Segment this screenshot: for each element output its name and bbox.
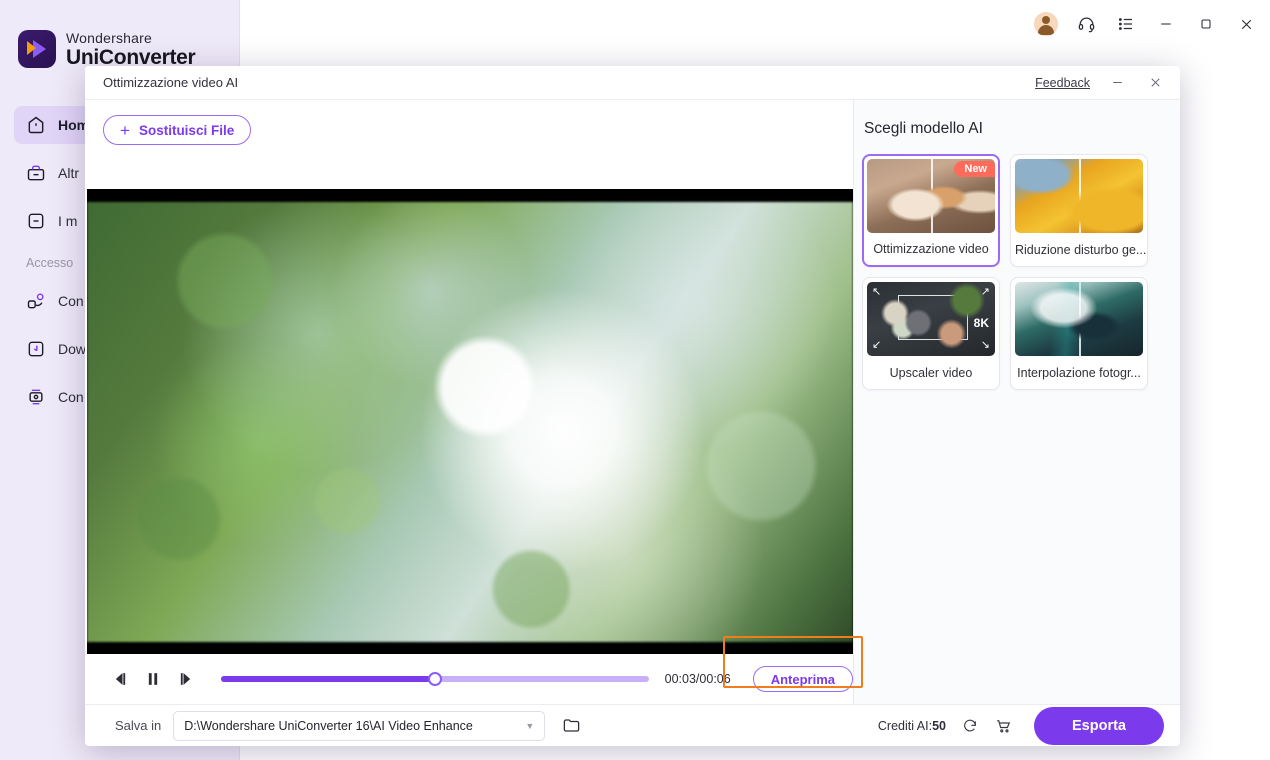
sidebar-section-label: Accesso <box>26 256 74 270</box>
time-display: 00:03/00:06 <box>664 672 731 686</box>
chevron-down-icon: ▼ <box>525 720 535 731</box>
sidebar-item-label: Con <box>58 389 84 405</box>
download-icon <box>26 339 46 359</box>
replace-file-label: Sostituisci File <box>138 122 235 138</box>
app-logo: Wondershare UniConverter <box>18 29 196 69</box>
model-name: Interpolazione fotogr... <box>1017 366 1141 380</box>
export-button[interactable]: Esporta <box>1034 706 1164 745</box>
model-name: Upscaler video <box>889 366 973 380</box>
shopping-cart-icon[interactable] <box>994 716 1014 736</box>
footer-actions: Crediti AI:50 Esporta <box>878 706 1164 745</box>
preview-pane: + Sostituisci File 00:03/00:06 Anteprima <box>85 100 863 704</box>
feedback-link[interactable]: Feedback <box>1035 76 1090 90</box>
preview-button-label: Anteprima <box>770 671 835 687</box>
credits-value: 50 <box>932 718 946 733</box>
account-avatar[interactable] <box>1032 10 1060 38</box>
menu-list-icon[interactable] <box>1112 10 1140 38</box>
model-name: Ottimizzazione video <box>873 242 989 256</box>
headset-icon[interactable] <box>1072 10 1100 38</box>
sidebar-item-label: I m <box>58 213 78 229</box>
dialog-header: Ottimizzazione video AI Feedback <box>85 66 1180 100</box>
window-titlebar-controls <box>1032 10 1260 38</box>
model-card-video-enhancer[interactable]: New Ottimizzazione video <box>862 154 1000 267</box>
toolbox-icon <box>26 163 46 183</box>
arrow-down-left-icon: ↙ <box>872 339 882 351</box>
arrow-up-left-icon: ↖ <box>872 286 882 298</box>
dialog-minimize-icon[interactable] <box>1106 72 1128 94</box>
export-button-label: Esporta <box>1072 717 1126 734</box>
sidebar-item-label: Con <box>58 293 84 309</box>
ai-models-panel: Scegli modello AI New Ottimizzazione vid… <box>853 100 1180 704</box>
model-card-frame-interpolation[interactable]: Interpolazione fotogr... <box>1010 277 1148 390</box>
arrow-down-right-icon: ↘ <box>980 339 990 351</box>
dialog-body: + Sostituisci File 00:03/00:06 Anteprima… <box>85 100 1180 704</box>
pause-icon[interactable] <box>140 666 166 692</box>
model-card-upscaler[interactable]: ↖ ↗ ↙ ↘ 8K Upscaler video <box>862 277 1000 390</box>
save-path-select[interactable]: D:\Wondershare UniConverter 16\AI Video … <box>173 710 546 741</box>
brand-line-1: Wondershare <box>66 29 152 46</box>
model-card-denoise[interactable]: Riduzione disturbo ge... <box>1010 154 1148 267</box>
dialog-close-icon[interactable] <box>1144 72 1166 94</box>
uniconverter-logo-icon <box>18 30 56 68</box>
models-grid: New Ottimizzazione video Riduzione distu… <box>854 154 1180 390</box>
convert-icon <box>26 291 46 311</box>
app-window: Wondershare UniConverter Hom Altr I m Ac… <box>0 0 1270 760</box>
home-icon <box>26 115 46 135</box>
slider-handle[interactable] <box>428 672 443 686</box>
arrow-up-right-icon: ↗ <box>980 286 990 298</box>
player-controls: 00:03/00:06 Anteprima <box>85 636 863 704</box>
model-thumbnail: New <box>867 159 995 233</box>
video-preview[interactable] <box>87 189 853 654</box>
brand-line-2: UniConverter <box>66 45 196 69</box>
refresh-icon[interactable] <box>960 716 980 736</box>
model-thumbnail <box>1015 159 1143 233</box>
models-panel-title: Scegli modello AI <box>864 120 983 137</box>
ai-video-enhancer-dialog: Ottimizzazione video AI Feedback + Sosti… <box>85 66 1180 746</box>
save-in-label: Salva in <box>115 718 162 733</box>
open-folder-button[interactable] <box>559 714 583 738</box>
resolution-overlay: 8K <box>973 316 989 330</box>
model-thumbnail <box>1015 282 1143 356</box>
preview-button[interactable]: Anteprima <box>752 666 853 692</box>
save-path-value: D:\Wondershare UniConverter 16\AI Video … <box>184 718 473 733</box>
new-badge: New <box>954 161 995 177</box>
plus-icon: + <box>120 120 130 140</box>
maximize-icon[interactable] <box>1192 10 1220 38</box>
playback-slider[interactable] <box>221 671 649 687</box>
model-name: Riduzione disturbo ge... <box>1015 243 1147 257</box>
credits-label: Crediti AI: <box>877 718 933 733</box>
close-icon[interactable] <box>1232 10 1260 38</box>
files-icon <box>26 211 46 231</box>
next-frame-icon[interactable] <box>173 666 199 692</box>
slider-fill <box>221 676 436 682</box>
dialog-footer: Salva in D:\Wondershare UniConverter 16\… <box>85 704 1180 746</box>
minimize-icon[interactable] <box>1152 10 1180 38</box>
replace-file-button[interactable]: + Sostituisci File <box>103 115 252 145</box>
ai-credits: Crediti AI:50 <box>878 719 946 733</box>
compress-icon <box>26 387 46 407</box>
sidebar-item-label: Dow <box>58 341 87 357</box>
model-thumbnail: ↖ ↗ ↙ ↘ 8K <box>867 282 995 356</box>
previous-frame-icon[interactable] <box>107 666 133 692</box>
video-frame-image <box>87 202 853 642</box>
sidebar-item-label: Altr <box>58 165 79 181</box>
dialog-title: Ottimizzazione video AI <box>103 75 239 90</box>
